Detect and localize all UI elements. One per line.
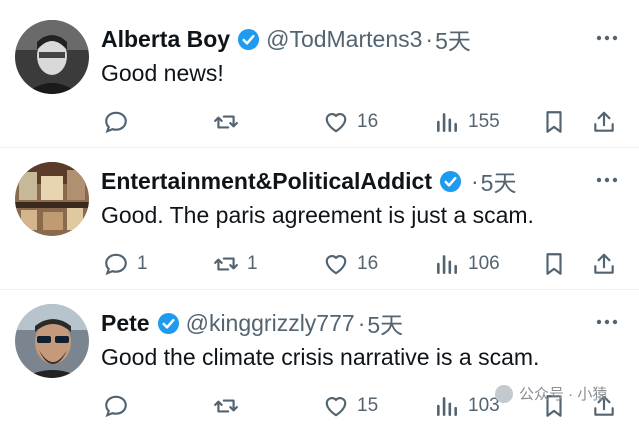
reply-count: 1 bbox=[137, 253, 148, 274]
like-icon bbox=[325, 397, 347, 417]
retweet-button[interactable] bbox=[213, 104, 247, 140]
bookmark-icon bbox=[546, 111, 562, 133]
display-name[interactable]: Entertainment&PoliticalAddict bbox=[101, 168, 432, 195]
retweet-button[interactable]: 1 bbox=[213, 246, 258, 282]
retweet-icon bbox=[214, 115, 238, 129]
display-name[interactable]: Pete bbox=[101, 310, 150, 337]
more-icon[interactable] bbox=[595, 170, 619, 190]
tweet[interactable]: Entertainment&PoliticalAddict · 5天 Good.… bbox=[0, 162, 639, 284]
avatar[interactable] bbox=[15, 304, 89, 378]
share-icon bbox=[594, 111, 614, 132]
verified-badge-icon bbox=[439, 170, 462, 192]
timestamp[interactable]: 5天 bbox=[367, 306, 403, 340]
bookmark-button[interactable] bbox=[541, 246, 567, 282]
like-button[interactable]: 16 bbox=[323, 246, 378, 282]
tweet[interactable]: Alberta Boy @TodMartens3 · 5天 Good news!… bbox=[0, 20, 639, 142]
separator-dot: · bbox=[357, 309, 366, 336]
action-bar: 16 155 bbox=[101, 104, 621, 140]
views-count: 155 bbox=[468, 111, 500, 132]
watermark-text: 公众号 · 小猿 bbox=[519, 386, 608, 403]
like-icon bbox=[325, 113, 347, 133]
handle[interactable]: @kinggrizzly777 bbox=[186, 310, 355, 337]
action-bar: 1 1 16 106 bbox=[101, 246, 621, 282]
views-icon bbox=[437, 113, 457, 132]
avatar[interactable] bbox=[15, 20, 89, 94]
avatar[interactable] bbox=[15, 162, 89, 236]
views-button[interactable]: 106 bbox=[434, 246, 500, 282]
separator-dot: · bbox=[425, 25, 434, 52]
share-button[interactable] bbox=[591, 246, 617, 282]
reply-icon bbox=[105, 111, 127, 134]
verified-badge-icon bbox=[238, 28, 260, 50]
divider bbox=[0, 289, 639, 290]
tweet-text: Good. The paris agreement is just a scam… bbox=[101, 202, 534, 228]
wechat-icon bbox=[495, 384, 513, 403]
more-icon[interactable] bbox=[595, 28, 619, 48]
like-button[interactable]: 16 bbox=[323, 104, 378, 140]
separator-dot: · bbox=[470, 167, 479, 194]
more-icon[interactable] bbox=[595, 312, 619, 332]
reply-icon bbox=[105, 395, 127, 418]
like-count: 16 bbox=[357, 111, 379, 132]
views-icon bbox=[437, 397, 457, 416]
retweet-icon bbox=[214, 257, 238, 271]
bookmark-button[interactable] bbox=[541, 104, 567, 140]
retweet-icon bbox=[214, 399, 238, 413]
timestamp[interactable]: 5天 bbox=[481, 164, 517, 198]
views-icon bbox=[437, 255, 457, 274]
reply-icon bbox=[105, 253, 127, 276]
display-name[interactable]: Alberta Boy bbox=[101, 26, 230, 53]
bookmark-icon bbox=[546, 253, 562, 275]
tweet-text: Good news! bbox=[101, 60, 224, 86]
views-count: 106 bbox=[468, 253, 500, 274]
like-icon bbox=[325, 255, 347, 275]
timestamp[interactable]: 5天 bbox=[435, 22, 471, 56]
divider bbox=[0, 147, 639, 148]
tweet-text: Good the climate crisis narrative is a s… bbox=[101, 344, 540, 370]
reply-button[interactable]: 1 bbox=[103, 246, 148, 282]
reply-button[interactable] bbox=[103, 104, 137, 140]
like-count: 16 bbox=[357, 253, 379, 274]
verified-badge-icon bbox=[157, 312, 179, 334]
retweet-count: 1 bbox=[247, 253, 258, 274]
share-icon bbox=[594, 253, 614, 274]
like-count: 15 bbox=[357, 395, 379, 416]
views-button[interactable]: 155 bbox=[434, 104, 500, 140]
handle[interactable]: @TodMartens3 bbox=[266, 26, 422, 53]
share-button[interactable] bbox=[591, 104, 617, 140]
watermark: 公众号 · 小猿 bbox=[495, 383, 607, 404]
